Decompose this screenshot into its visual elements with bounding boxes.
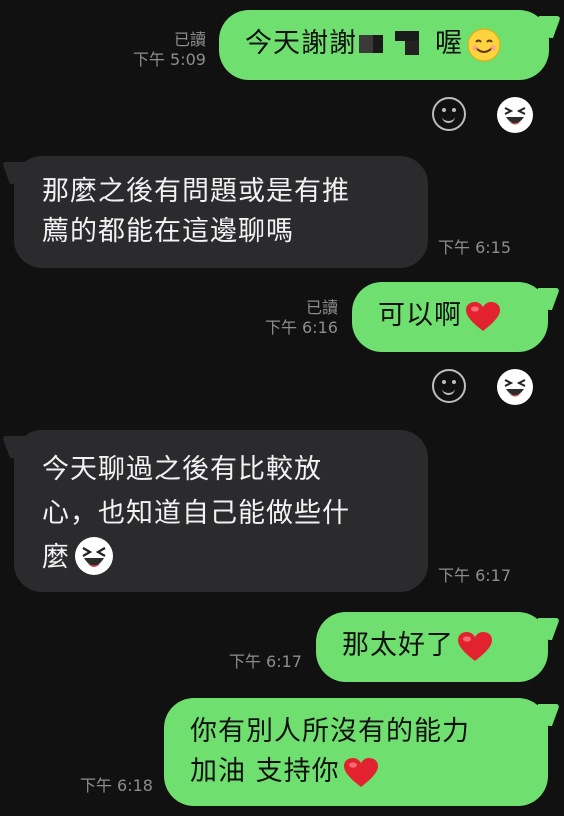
- heart-icon: [343, 757, 378, 787]
- chat-view: 已讀 下午 5:09 今天謝謝 喔 那麼之後有問題或是有推 薦的都能在這邊聊嗎 …: [0, 0, 564, 816]
- message-time: 下午 6:18: [79, 776, 153, 795]
- message-time: 下午 6:16: [264, 318, 338, 337]
- message-line: 那麼之後有問題或是有推: [42, 176, 350, 207]
- message-line: 今天聊過之後有比較放: [42, 454, 322, 485]
- message-line: 加油 支持你: [190, 756, 340, 787]
- incoming-message[interactable]: 那麼之後有問題或是有推 薦的都能在這邊聊嗎: [14, 156, 428, 268]
- message-text-end: 喔: [435, 28, 463, 59]
- message-line: 你有別人所沒有的能力: [190, 716, 470, 747]
- message-line: 心，也知道自己能做些什: [42, 498, 350, 529]
- message-line: 薦的都能在這邊聊嗎: [42, 216, 294, 247]
- smile-emoji-icon: [467, 28, 501, 61]
- read-receipt: 已讀: [305, 298, 338, 317]
- add-reaction-icon[interactable]: [432, 369, 466, 403]
- message-meta: 已讀 下午 5:09: [133, 30, 206, 70]
- message-meta: 已讀 下午 6:16: [265, 298, 338, 338]
- message-text: 今天謝謝: [245, 28, 357, 59]
- outgoing-message[interactable]: 今天謝謝 喔: [219, 10, 549, 80]
- message-time: 下午 6:15: [438, 238, 512, 257]
- incoming-message[interactable]: 今天聊過之後有比較放 心，也知道自己能做些什 麼: [14, 430, 428, 592]
- add-reaction-icon[interactable]: [432, 97, 466, 131]
- message-text: 那太好了: [342, 630, 454, 661]
- outgoing-message[interactable]: 可以啊: [352, 282, 548, 352]
- message-line-with-heart: 加油 支持你: [190, 752, 548, 792]
- laughing-sticker-icon: [75, 536, 113, 575]
- read-receipt: 已讀: [173, 30, 206, 49]
- message-time: 下午 6:17: [438, 566, 512, 585]
- message-time: 下午 6:17: [228, 652, 302, 671]
- outgoing-message[interactable]: 你有別人所沒有的能力 加油 支持你: [164, 698, 548, 806]
- redacted-name: [359, 30, 433, 59]
- laughing-sticker-icon[interactable]: [497, 97, 533, 133]
- outgoing-message[interactable]: 那太好了: [316, 612, 548, 682]
- message-line: 麼: [42, 542, 70, 573]
- heart-icon: [458, 631, 492, 661]
- message-time: 下午 5:09: [132, 50, 206, 69]
- heart-icon: [466, 301, 500, 331]
- laughing-sticker-icon[interactable]: [497, 369, 533, 405]
- message-text: 可以啊: [378, 300, 462, 331]
- message-line-with-sticker: 麼: [42, 536, 428, 580]
